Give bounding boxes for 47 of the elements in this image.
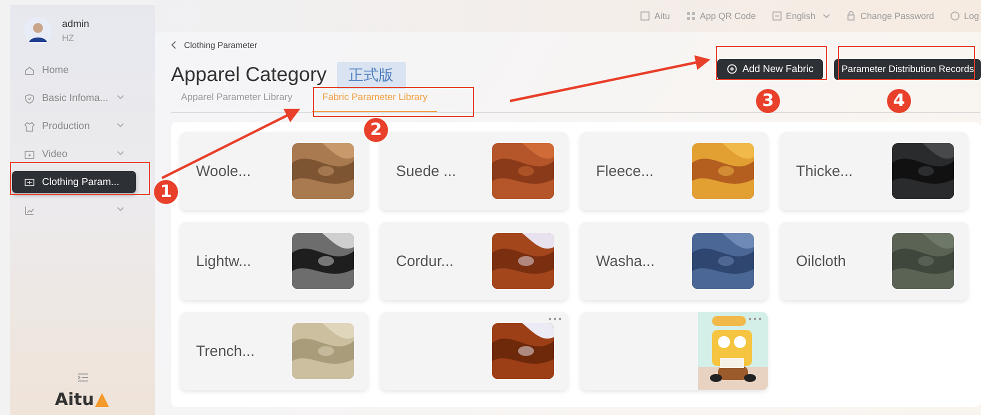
menu-icon <box>24 176 35 188</box>
fabric-card[interactable]: Lightw... <box>180 222 368 300</box>
link-icon <box>640 11 650 21</box>
fabric-name: Oilcloth <box>796 252 846 270</box>
fabric-card[interactable] <box>380 312 568 390</box>
fabric-card[interactable]: Oilcloth <box>780 222 968 300</box>
avatar <box>24 17 52 45</box>
logo-icon <box>94 392 110 408</box>
fabric-name: Cordur... <box>396 252 454 270</box>
menu-icon <box>24 148 35 160</box>
fabric-card[interactable]: Thicke... <box>780 132 968 210</box>
add-icon <box>727 64 738 74</box>
add-fabric-button[interactable]: Add New Fabric <box>717 58 824 80</box>
link-icon <box>846 11 856 21</box>
menu-icon <box>24 92 35 104</box>
fabric-name: Suede ... <box>396 162 456 180</box>
fabric-card[interactable]: Cordur... <box>380 222 568 300</box>
fabric-name: Lightw... <box>196 252 252 270</box>
menu-icon <box>24 64 35 76</box>
fabric-card[interactable] <box>580 312 768 390</box>
version-badge: 正式版 <box>336 62 406 88</box>
menu-icon <box>24 120 35 132</box>
fabric-card[interactable]: Fleece... <box>580 132 768 210</box>
fabric-card[interactable]: Washa... <box>580 222 768 300</box>
user-org: HZ <box>62 33 75 43</box>
fabric-card[interactable]: Woole... <box>180 132 368 210</box>
fabric-name: Fleece... <box>596 162 654 180</box>
records-button[interactable]: Parameter Distribution Records <box>834 58 981 80</box>
page-title: Apparel Category <box>171 64 327 86</box>
link-icon <box>686 11 696 21</box>
fabric-name: Washa... <box>596 252 655 270</box>
fabric-name: Thicke... <box>796 162 853 180</box>
fabric-card[interactable]: Suede ... <box>380 132 568 210</box>
breadcrumb[interactable]: Clothing Parameter <box>171 38 258 52</box>
logo: Aitu <box>54 390 110 410</box>
link-icon <box>772 11 782 21</box>
menu-item[interactable]: Clothing Param... <box>12 171 136 193</box>
back-icon[interactable] <box>171 41 176 49</box>
fabric-card[interactable]: Trench... <box>180 312 368 390</box>
more-icon[interactable] <box>748 317 762 321</box>
fabric-name: Trench... <box>196 342 255 360</box>
menu-icon <box>24 204 35 216</box>
user-name: admin <box>62 19 90 30</box>
fabric-name: Woole... <box>196 162 251 180</box>
more-icon[interactable] <box>548 317 562 321</box>
link-icon <box>950 11 960 21</box>
collapse-icon[interactable] <box>78 373 88 382</box>
